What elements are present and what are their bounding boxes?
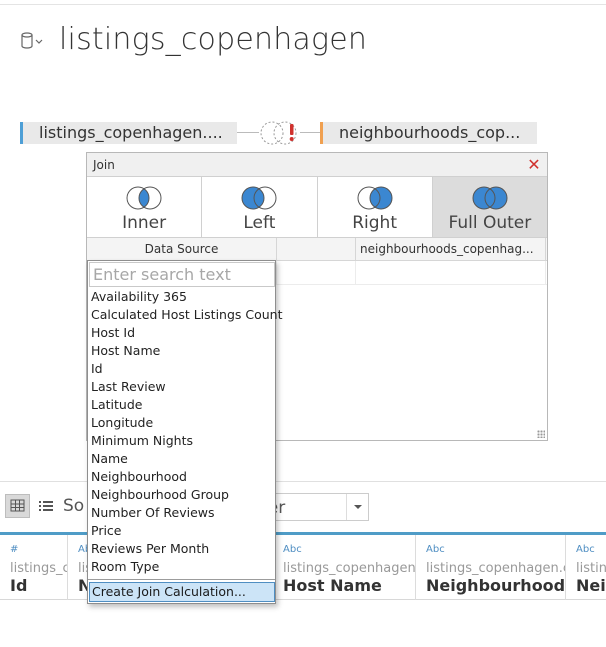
join-type-inner-label: Inner xyxy=(122,213,167,233)
join-type-full-outer-label: Full Outer xyxy=(448,213,532,233)
right-table-pill[interactable]: neighbourhoods_cop... xyxy=(320,122,537,144)
header-filler xyxy=(546,238,547,260)
chevron-down-icon[interactable] xyxy=(346,494,368,520)
column-name: Id xyxy=(10,576,28,595)
join-type-full-outer[interactable]: Full Outer xyxy=(432,177,547,237)
full-outer-join-icon xyxy=(472,186,508,210)
picker-divider xyxy=(88,579,275,580)
right-field-cell[interactable] xyxy=(356,261,546,284)
right-source-header: neighbourhoods_copenhag... xyxy=(356,238,546,260)
field-search-input[interactable] xyxy=(89,262,275,287)
field-picker-popup: Availability 365 Calculated Host Listing… xyxy=(87,260,283,604)
sort-label: So xyxy=(63,496,85,516)
field-item[interactable]: Longitude xyxy=(88,414,275,432)
field-item[interactable]: Minimum Nights xyxy=(88,432,275,450)
database-icon[interactable] xyxy=(20,32,46,50)
join-type-right[interactable]: Right xyxy=(317,177,433,237)
join-type-left[interactable]: Left xyxy=(202,177,318,237)
field-item[interactable]: Reviews Per Month xyxy=(88,540,275,558)
right-join-icon xyxy=(357,186,393,210)
join-type-right-label: Right xyxy=(352,213,398,233)
resize-grip-icon[interactable] xyxy=(537,430,545,438)
join-clause-header: Data Source neighbourhoods_copenhag... xyxy=(87,238,547,261)
column-name: Neighbourhood G xyxy=(426,576,566,595)
left-source-header: Data Source xyxy=(87,238,277,260)
inner-join-icon xyxy=(126,186,162,210)
field-item[interactable]: Name xyxy=(88,450,275,468)
join-type-left-label: Left xyxy=(243,213,276,233)
operator-header xyxy=(277,238,356,260)
join-type-selector: Inner Left Right Full Outer xyxy=(87,177,547,238)
join-connector-right xyxy=(300,132,320,133)
join-warning-icon[interactable] xyxy=(257,120,301,150)
page-title[interactable]: listings_copenhagen xyxy=(59,22,367,57)
grid-column-neighbourhood[interactable]: Abc listing Neig xyxy=(566,535,606,600)
string-type-icon[interactable]: Abc xyxy=(426,544,445,555)
top-divider xyxy=(0,4,606,5)
operator-cell[interactable] xyxy=(277,261,356,284)
field-list: Availability 365 Calculated Host Listing… xyxy=(88,288,283,576)
column-name: Host Name xyxy=(283,576,382,595)
join-type-inner[interactable]: Inner xyxy=(87,177,203,237)
grid-column-host-name[interactable]: Abc listings_copenhagen.cs Host Name xyxy=(273,535,416,600)
grid-view-button[interactable] xyxy=(5,494,30,518)
field-item[interactable]: Id xyxy=(88,360,275,378)
column-source: listings_copenhagen.csv xyxy=(426,561,565,576)
grid-icon xyxy=(10,499,25,512)
field-item[interactable]: Host Id xyxy=(88,324,275,342)
join-dialog-title: Join xyxy=(93,158,115,172)
string-type-icon[interactable]: Abc xyxy=(283,544,302,555)
string-type-icon[interactable]: Abc xyxy=(576,544,595,555)
column-source: listings_c xyxy=(10,561,68,576)
field-item[interactable]: Last Review xyxy=(88,378,275,396)
number-type-icon[interactable]: # xyxy=(10,544,18,555)
join-dialog-header: Join ✕ xyxy=(87,153,547,177)
field-item[interactable]: Price xyxy=(88,522,275,540)
grid-column-neighbourhood-group[interactable]: Abc listings_copenhagen.csv Neighbourhoo… xyxy=(416,535,566,600)
grid-column-id[interactable]: # listings_c Id xyxy=(0,535,68,600)
list-icon xyxy=(39,501,53,511)
field-item[interactable]: Room Type xyxy=(88,558,275,576)
field-item[interactable]: Availability 365 xyxy=(88,288,275,306)
left-join-icon xyxy=(241,186,277,210)
column-source: listing xyxy=(576,561,606,576)
field-item[interactable]: Neighbourhood Group xyxy=(88,486,275,504)
column-name: Neig xyxy=(576,576,606,595)
column-source: listings_copenhagen.cs xyxy=(283,561,416,576)
close-icon[interactable]: ✕ xyxy=(525,156,543,174)
field-item[interactable]: Host Name xyxy=(88,342,275,360)
field-item[interactable]: Number Of Reviews xyxy=(88,504,275,522)
create-join-calculation-item[interactable]: Create Join Calculation... xyxy=(89,582,275,602)
field-item[interactable]: Latitude xyxy=(88,396,275,414)
list-view-button[interactable] xyxy=(35,494,57,518)
left-table-pill[interactable]: listings_copenhagen.... xyxy=(20,122,237,144)
field-item[interactable]: Calculated Host Listings Count xyxy=(88,306,283,324)
join-connector-left xyxy=(237,132,259,133)
field-item[interactable]: Neighbourhood xyxy=(88,468,275,486)
